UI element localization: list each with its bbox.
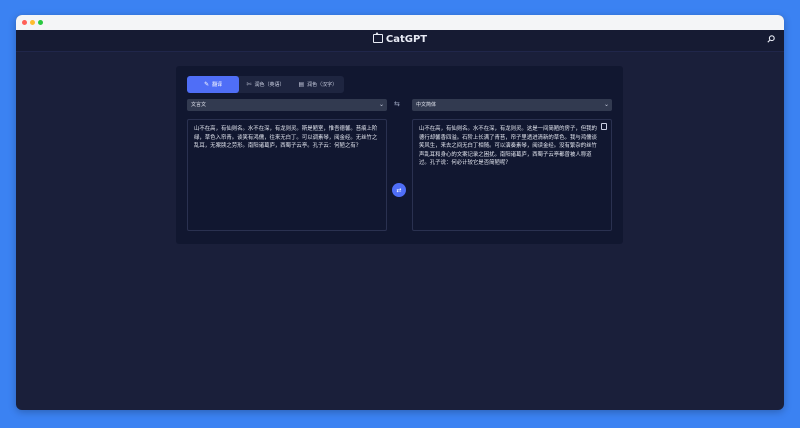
app-window: CatGPT ✎ 翻译 ✄ 润色（英语） ▤ 润色（汉字） 文言文 ⌄ ⇆ 中文… [16,15,784,410]
chevron-down-icon: ⌄ [378,101,384,108]
app-header: CatGPT [16,30,784,52]
tab-label: 润色（汉字） [307,82,338,88]
document-icon: ▤ [298,80,305,88]
translate-button[interactable]: ⇄ [392,183,406,197]
swap-languages-icon[interactable]: ⇆ [394,101,400,108]
translate-icon: ✎ [204,80,210,88]
tab-polish-english[interactable]: ✄ 润色（英语） [239,76,291,93]
window-title-bar [16,15,784,30]
source-language-select[interactable]: 文言文 ⌄ [187,99,387,111]
tab-polish-chinese[interactable]: ▤ 润色（汉字） [292,76,344,93]
copy-icon[interactable] [601,123,607,130]
polish-icon: ✄ [246,80,252,88]
source-text-input[interactable]: 山不在高，有仙则名。水不在深，有龙则灵。斯是陋室，惟吾德馨。苔痕上阶绿，草色入帘… [187,119,387,231]
search-icon[interactable] [767,35,775,43]
translation-panel: ✎ 翻译 ✄ 润色（英语） ▤ 润色（汉字） 文言文 ⌄ ⇆ 中文简体 ⌄ 山不… [176,66,623,244]
close-window-button[interactable] [22,20,27,25]
tab-label: 翻译 [212,82,223,88]
translate-arrows-icon: ⇄ [396,186,402,194]
brand: CatGPT [16,32,784,45]
brand-title: CatGPT [385,34,428,45]
target-text: 山不在高，有仙则名。水不在深，有龙则灵。这是一间简陋的房子，但我的德行却馨香四溢… [419,126,597,167]
tab-translate[interactable]: ✎ 翻译 [187,76,240,93]
minimize-window-button[interactable] [30,20,35,25]
source-language-value: 文言文 [191,102,207,108]
target-text-output: 山不在高，有仙则名。水不在深，有龙则灵。这是一间简陋的房子，但我的德行却馨香四溢… [412,119,612,231]
cat-icon [372,32,383,43]
maximize-window-button[interactable] [38,20,43,25]
mode-tabs: ✎ 翻译 ✄ 润色（英语） ▤ 润色（汉字） [187,76,344,93]
chevron-down-icon: ⌄ [603,101,609,108]
target-language-select[interactable]: 中文简体 ⌄ [412,99,612,111]
tab-label: 润色（英语） [254,82,285,88]
target-language-value: 中文简体 [416,102,437,108]
